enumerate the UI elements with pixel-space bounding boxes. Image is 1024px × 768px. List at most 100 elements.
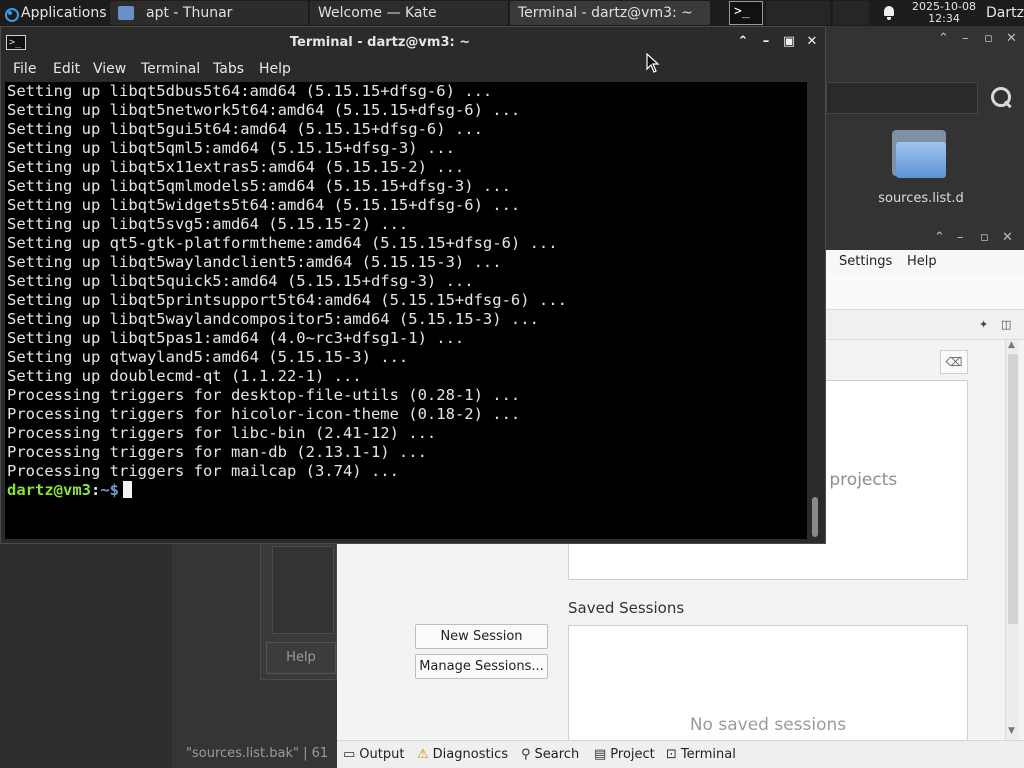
dialog-pane	[272, 546, 334, 634]
scroll-down-icon[interactable]: ▼	[1008, 726, 1015, 736]
window-title: Terminal - dartz@vm3: ~	[289, 35, 471, 50]
terminal-line: Setting up libqt5svg5:amd64 (5.15.15-2) …	[7, 215, 409, 233]
terminal-line: Setting up libqt5gui5t64:amd64 (5.15.15+…	[7, 120, 483, 138]
scrollbar-thumb[interactable]	[1008, 354, 1018, 624]
terminal-prompt: dartz@vm3:~$	[7, 481, 567, 500]
taskbar-item-thunar[interactable]: apt - Thunar	[110, 1, 308, 25]
scroll-up-icon[interactable]: ▲	[1008, 340, 1015, 350]
terminal-line: Setting up doublecmd-qt (1.1.22-1) ...	[7, 367, 362, 385]
maximize-icon[interactable]: ▣	[780, 34, 798, 50]
taskbar-item-terminal[interactable]: >_ Terminal - dartz@vm3: ~	[510, 1, 710, 25]
terminal-line: Setting up libqt5network5t64:amd64 (5.15…	[7, 101, 521, 119]
terminal-line: Setting up libqt5pas1:amd64 (4.0~rc3+dfs…	[7, 329, 465, 347]
text-cursor	[123, 481, 133, 498]
taskbar-item-label: Terminal - dartz@vm3: ~	[518, 5, 693, 21]
new-session-button[interactable]: New Session	[415, 624, 548, 649]
tab-label: Search	[534, 747, 580, 762]
terminal-line: Setting up libqt5dbus5t64:amd64 (5.15.15…	[7, 82, 493, 100]
thunar-lower-area: Help "sources.list.bak" | 61	[0, 540, 337, 768]
scrollbar-thumb[interactable]	[812, 497, 818, 537]
terminal-line: Setting up libqt5waylandclient5:amd64 (5…	[7, 253, 502, 271]
terminal-scrollbar[interactable]	[807, 82, 825, 539]
terminal-line: Setting up libqt5waylandcompositor5:amd6…	[7, 310, 539, 328]
restore-icon[interactable]: ▫	[984, 31, 993, 46]
applications-logo-icon	[2, 5, 19, 22]
minimize-icon[interactable]: –	[957, 230, 964, 245]
prompt-user: dartz@vm3	[7, 481, 91, 499]
taskbar-item-label: Welcome — Kate	[318, 5, 437, 21]
split-view-icon[interactable]: ◫	[1001, 318, 1013, 331]
close-icon[interactable]: ✕	[1006, 31, 1017, 46]
terminal-launcher-icon[interactable]: >_	[729, 1, 763, 25]
search-icon[interactable]	[989, 85, 1013, 109]
tab-diagnostics[interactable]: ⚠ Diagnostics	[417, 747, 508, 762]
menu-view[interactable]: View	[93, 61, 126, 77]
terminal-icon: ⊡	[666, 747, 677, 762]
applications-menu-button[interactable]: Applications ≡	[0, 0, 108, 26]
terminal-line: Setting up libqt5widgets5t64:amd64 (5.15…	[7, 196, 521, 214]
desktop: Applications ≡ apt - Thunar Welcome — Ka…	[0, 0, 1024, 768]
terminal-line: Setting up libqt5quick5:amd64 (5.15.15+d…	[7, 272, 474, 290]
prompt-path: ~$	[100, 481, 120, 499]
saved-sessions-title: Saved Sessions	[568, 599, 685, 617]
terminal-line: Setting up libqt5printsupport5t64:amd64 …	[7, 291, 567, 309]
filter-icon[interactable]: ⌫	[940, 350, 968, 374]
help-button[interactable]: Help	[266, 642, 336, 674]
panel-empty-slot	[766, 1, 830, 25]
terminal-line: Setting up qtwayland5:amd64 (5.15.15-3) …	[7, 348, 409, 366]
location-bar[interactable]	[826, 82, 978, 114]
restore-icon[interactable]: ▫	[980, 230, 989, 245]
taskbar-item-label: apt - Thunar	[146, 5, 233, 21]
tab-output[interactable]: ▭ Output	[343, 747, 404, 762]
tab-label: Project	[610, 747, 655, 762]
terminal-line: Setting up libqt5x11extras5:amd64 (5.15.…	[7, 158, 465, 176]
terminal-titlebar[interactable]: >_ Terminal - dartz@vm3: ~ ⌃ – ▣ ✕	[1, 27, 825, 58]
menu-help[interactable]: Help	[907, 254, 937, 269]
minimize-icon[interactable]: –	[962, 31, 969, 46]
warning-icon: ⚠	[417, 747, 429, 762]
tab-search[interactable]: ⚲ Search	[521, 747, 579, 762]
clock[interactable]: 2025-10-08 12:34	[906, 1, 982, 25]
menu-help[interactable]: Help	[259, 61, 291, 77]
menu-tabs[interactable]: Tabs	[213, 61, 244, 77]
maximize-chevron-icon[interactable]: ⌃	[934, 230, 945, 245]
applications-label: Applications	[21, 5, 107, 21]
project-icon: ▤	[594, 747, 607, 762]
notification-bell-icon[interactable]	[882, 6, 896, 20]
close-icon[interactable]: ✕	[1002, 230, 1013, 245]
menu-terminal[interactable]: Terminal	[141, 61, 200, 77]
terminal-output: Setting up libqt5dbus5t64:amd64 (5.15.15…	[7, 82, 567, 500]
maximize-chevron-icon[interactable]: ⌃	[938, 31, 949, 46]
close-icon[interactable]: ✕	[803, 34, 821, 50]
menu-file[interactable]: File	[13, 61, 36, 77]
panel-empty-slot	[833, 1, 869, 25]
menu-edit[interactable]: Edit	[53, 61, 80, 77]
shade-chevron-icon[interactable]: ⌃	[734, 34, 752, 50]
tab-project[interactable]: ▤ Project	[594, 747, 655, 762]
folder-label[interactable]: sources.list.d	[856, 191, 986, 206]
thunar-window: ⌃ – ▫ ✕ sources.list.d	[826, 26, 1024, 226]
taskbar-item-kate[interactable]: Welcome — Kate	[310, 1, 508, 25]
terminal-screen[interactable]: Setting up libqt5dbus5t64:amd64 (5.15.15…	[5, 82, 807, 539]
clock-time: 12:34	[928, 12, 960, 25]
folder-icon[interactable]	[892, 130, 946, 178]
terminal-line: Setting up libqt5qml5:amd64 (5.15.15+dfs…	[7, 139, 455, 157]
user-menu[interactable]: Dartz	[986, 0, 1024, 26]
kate-scrollbar[interactable]: ▲ ▼	[1005, 340, 1019, 740]
terminal-menubar: File Edit View Terminal Tabs Help	[1, 58, 825, 82]
tab-label: Diagnostics	[432, 747, 509, 762]
terminal-line: Processing triggers for libc-bin (2.41-1…	[7, 424, 437, 442]
pin-icon[interactable]: ✦	[979, 318, 991, 331]
minimize-icon[interactable]: –	[757, 34, 775, 50]
terminal-line: Processing triggers for hicolor-icon-the…	[7, 405, 521, 423]
output-icon: ▭	[343, 747, 356, 762]
thunar-status-bar: "sources.list.bak" | 61	[186, 746, 329, 761]
top-panel: Applications ≡ apt - Thunar Welcome — Ka…	[0, 0, 1024, 26]
terminal-line: Processing triggers for man-db (2.13.1-1…	[7, 443, 427, 461]
menu-settings[interactable]: Settings	[839, 254, 892, 269]
kate-tool-tabs: ▭ Output ⚠ Diagnostics ⚲ Search ▤ Project ⊡ T…	[337, 740, 1024, 768]
terminal-line: Setting up libqt5qmlmodels5:amd64 (5.15.…	[7, 177, 511, 195]
tab-terminal[interactable]: ⊡ Terminal	[666, 747, 736, 762]
manage-sessions-button[interactable]: Manage Sessions...	[415, 654, 548, 679]
terminal-window: >_ Terminal - dartz@vm3: ~ ⌃ – ▣ ✕ File …	[0, 26, 826, 544]
